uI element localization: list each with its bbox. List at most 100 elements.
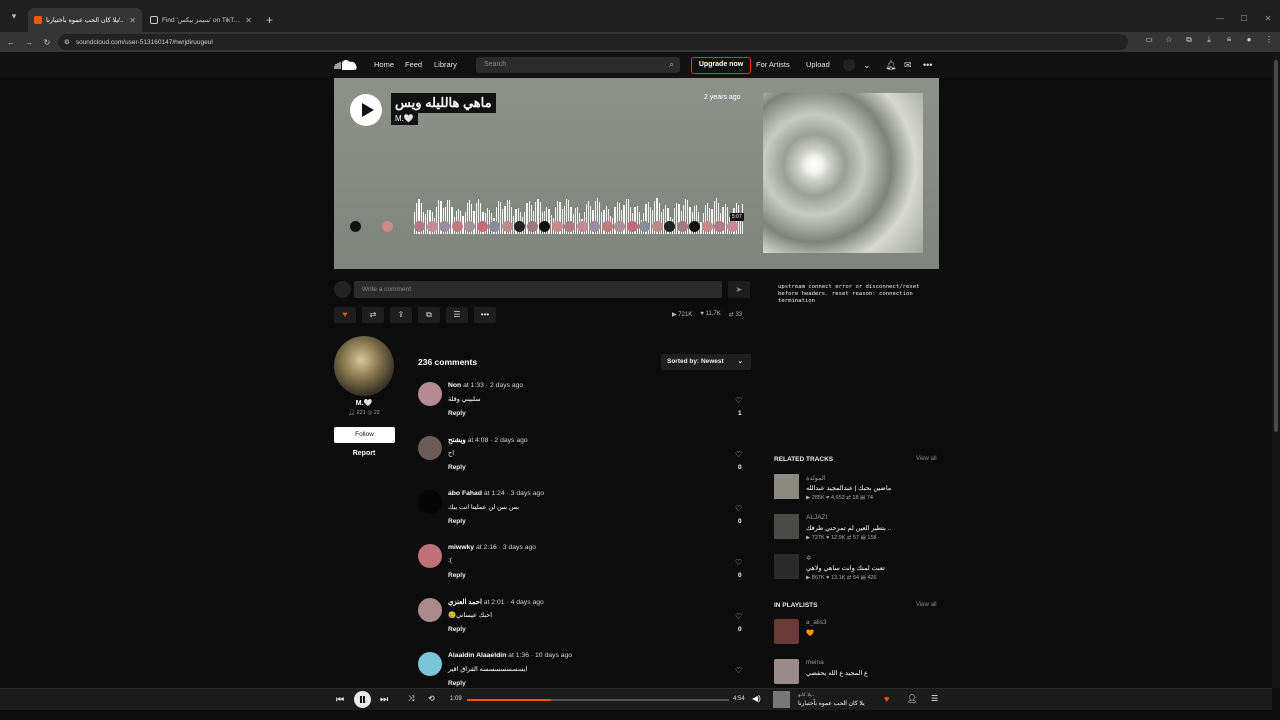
maximize-icon[interactable]: ☐ bbox=[1232, 0, 1256, 32]
commenter-avatar[interactable] bbox=[418, 436, 442, 460]
playlist-title[interactable]: ع المجيد ع الله يحفضي bbox=[806, 669, 868, 677]
soundcloud-logo-icon[interactable] bbox=[334, 59, 358, 71]
comment-input[interactable]: Write a comment bbox=[354, 281, 722, 298]
repeat-icon[interactable]: ⟲ bbox=[428, 694, 435, 703]
playlist-item[interactable]: a_alis3 🧡 bbox=[774, 619, 944, 649]
report-button[interactable]: Report bbox=[334, 450, 394, 457]
waveform-comment-avatar[interactable] bbox=[626, 221, 638, 232]
commenter-name[interactable]: miwwky bbox=[448, 544, 474, 551]
previous-track-icon[interactable]: ⏮ bbox=[336, 694, 344, 705]
new-tab-icon[interactable]: + bbox=[266, 13, 273, 27]
waveform-comment-avatar[interactable] bbox=[701, 221, 713, 232]
waveform-comment-avatar[interactable] bbox=[439, 221, 450, 232]
download-icon[interactable]: ⤓ bbox=[1202, 35, 1216, 45]
reply-button[interactable]: Reply bbox=[448, 626, 466, 633]
waveform-comment-avatar[interactable] bbox=[476, 221, 488, 232]
related-track-artist[interactable]: ✲ bbox=[806, 554, 811, 562]
user-avatar[interactable] bbox=[843, 59, 855, 71]
waveform-comment-avatar[interactable] bbox=[350, 221, 361, 232]
reload-icon[interactable]: ↻ bbox=[38, 38, 56, 47]
pause-button[interactable] bbox=[354, 691, 371, 708]
followers-count[interactable]: 221 bbox=[357, 410, 366, 416]
commenter-name[interactable]: Alaaldin Alaaeldin bbox=[448, 652, 506, 659]
related-track-item[interactable]: المولدة ماضين بحبك | عبدالمجيد عبدالله ▶ 2… bbox=[774, 474, 944, 508]
commenter-avatar[interactable] bbox=[418, 490, 442, 514]
commenter-name[interactable]: ويشتح bbox=[448, 437, 466, 444]
comment-like-icon[interactable]: ♡ bbox=[735, 504, 742, 513]
add-to-playlist-icon[interactable]: ☰ bbox=[446, 307, 468, 323]
commenter-avatar[interactable] bbox=[418, 382, 442, 406]
waveform-comment-avatar[interactable] bbox=[551, 221, 563, 232]
waveform-comment-avatar[interactable] bbox=[501, 221, 513, 232]
reply-button[interactable]: Reply bbox=[448, 464, 466, 471]
waveform-comment-avatar[interactable] bbox=[426, 221, 438, 232]
waveform-comment-avatar[interactable] bbox=[714, 221, 725, 232]
minimize-icon[interactable]: — bbox=[1208, 0, 1232, 32]
commenter-avatar[interactable] bbox=[418, 652, 442, 676]
close-tab-icon[interactable]: ✕ bbox=[245, 16, 252, 25]
like-heart-icon[interactable]: ♥ bbox=[334, 307, 356, 323]
waveform-comment-avatar[interactable] bbox=[589, 221, 600, 232]
like-heart-icon[interactable]: ♥ bbox=[884, 694, 889, 704]
more-actions-icon[interactable]: ••• bbox=[474, 307, 496, 323]
comment-like-icon[interactable]: ♡ bbox=[735, 558, 742, 567]
waveform-comment-avatar[interactable] bbox=[514, 221, 525, 232]
related-track-title[interactable]: ماضين بحبك | عبدالمجيد عبدالله bbox=[806, 484, 891, 492]
browser-tab-active[interactable]: يلا كان الحب عموه بأختيارنا/.. ✕ bbox=[28, 8, 142, 32]
waveform-comment-avatar[interactable] bbox=[451, 221, 463, 232]
next-track-icon[interactable]: ⏭ bbox=[380, 694, 388, 705]
close-window-icon[interactable]: ✕ bbox=[1256, 0, 1280, 32]
reply-button[interactable]: Reply bbox=[448, 572, 466, 579]
translate-icon[interactable]: ≡ bbox=[1222, 35, 1236, 45]
copy-link-icon[interactable]: ⧉ bbox=[418, 307, 440, 323]
commenter-name[interactable]: احمد العنزي bbox=[448, 599, 482, 606]
scrollbar-thumb[interactable] bbox=[1274, 60, 1278, 432]
playlist-artwork[interactable] bbox=[774, 659, 799, 684]
comment-timestamp[interactable]: 2:01 bbox=[491, 599, 504, 606]
play-button[interactable] bbox=[350, 94, 382, 126]
url-field[interactable]: ⚙ soundcloud.com/user-513160147/hwrjdiru… bbox=[58, 34, 1128, 50]
waveform-comment-avatar[interactable] bbox=[382, 221, 393, 232]
queue-icon[interactable]: ☰ bbox=[931, 694, 938, 703]
comment-timestamp[interactable]: 4:08 bbox=[475, 437, 488, 444]
playlist-title[interactable]: 🧡 bbox=[806, 629, 814, 637]
track-artist[interactable]: M.🤍 bbox=[391, 112, 418, 125]
related-track-item[interactable]: ALJAZI بتطير العين لم تمرحني طرفك .. ▶ 727… bbox=[774, 514, 944, 548]
waveform-comment-avatar[interactable] bbox=[676, 221, 688, 232]
comment-like-icon[interactable]: ♡ bbox=[735, 612, 742, 621]
shuffle-icon[interactable]: ⤨ bbox=[408, 694, 414, 704]
comment-timestamp[interactable]: 1:33 bbox=[471, 382, 484, 389]
playlist-artwork[interactable] bbox=[774, 619, 799, 644]
related-track-item[interactable]: ✲ تعبت لمنك وانت ساهي ولاهي ▶ 867K ♥ 13.1K… bbox=[774, 554, 944, 588]
extensions-icon[interactable]: ⧉ bbox=[1182, 35, 1196, 45]
now-playing-artist[interactable]: يلا كانو.. bbox=[798, 692, 814, 698]
commenter-avatar[interactable] bbox=[418, 598, 442, 622]
tab-search-icon[interactable]: ▾ bbox=[6, 8, 22, 24]
waveform-comment-avatar[interactable] bbox=[689, 221, 700, 232]
now-playing-artwork[interactable] bbox=[773, 691, 790, 708]
browser-tab[interactable]: Find 'سيمز بيكس' on TikTok | Ti ✕ bbox=[144, 8, 258, 32]
search-icon[interactable]: ⌕ bbox=[669, 59, 674, 70]
follow-user-icon[interactable]: 👤︎ bbox=[907, 694, 917, 703]
uploader-name[interactable]: M.🤍 bbox=[334, 399, 394, 407]
upload-link[interactable]: Upload bbox=[806, 58, 830, 72]
commenter-name[interactable]: abo Fahad bbox=[448, 490, 482, 497]
reply-button[interactable]: Reply bbox=[448, 410, 466, 417]
chevron-down-icon[interactable]: ⌄ bbox=[863, 58, 871, 72]
back-icon[interactable]: ← bbox=[2, 38, 20, 47]
waveform-comment-avatar[interactable] bbox=[726, 221, 738, 232]
waveform-comment-avatar[interactable] bbox=[489, 221, 500, 232]
reply-button[interactable]: Reply bbox=[448, 680, 466, 687]
waveform-comment-avatar[interactable] bbox=[664, 221, 675, 232]
close-tab-icon[interactable]: ✕ bbox=[129, 16, 136, 25]
now-playing-title[interactable]: يلا كان الحب عموه بأختيارنا bbox=[798, 700, 865, 707]
comment-like-icon[interactable]: ♡ bbox=[735, 396, 742, 405]
notifications-bell-icon[interactable]: 🔔︎ bbox=[885, 58, 896, 72]
related-track-title[interactable]: بتطير العين لم تمرحني طرفك .. bbox=[806, 524, 891, 532]
waveform-comment-avatar[interactable] bbox=[464, 221, 475, 232]
waveform-comment-avatar[interactable] bbox=[564, 221, 575, 232]
reply-button[interactable]: Reply bbox=[448, 518, 466, 525]
uploader-avatar[interactable] bbox=[334, 336, 394, 396]
site-info-icon[interactable]: ⚙ bbox=[64, 38, 70, 46]
waveform-comment-avatar[interactable] bbox=[614, 221, 625, 232]
